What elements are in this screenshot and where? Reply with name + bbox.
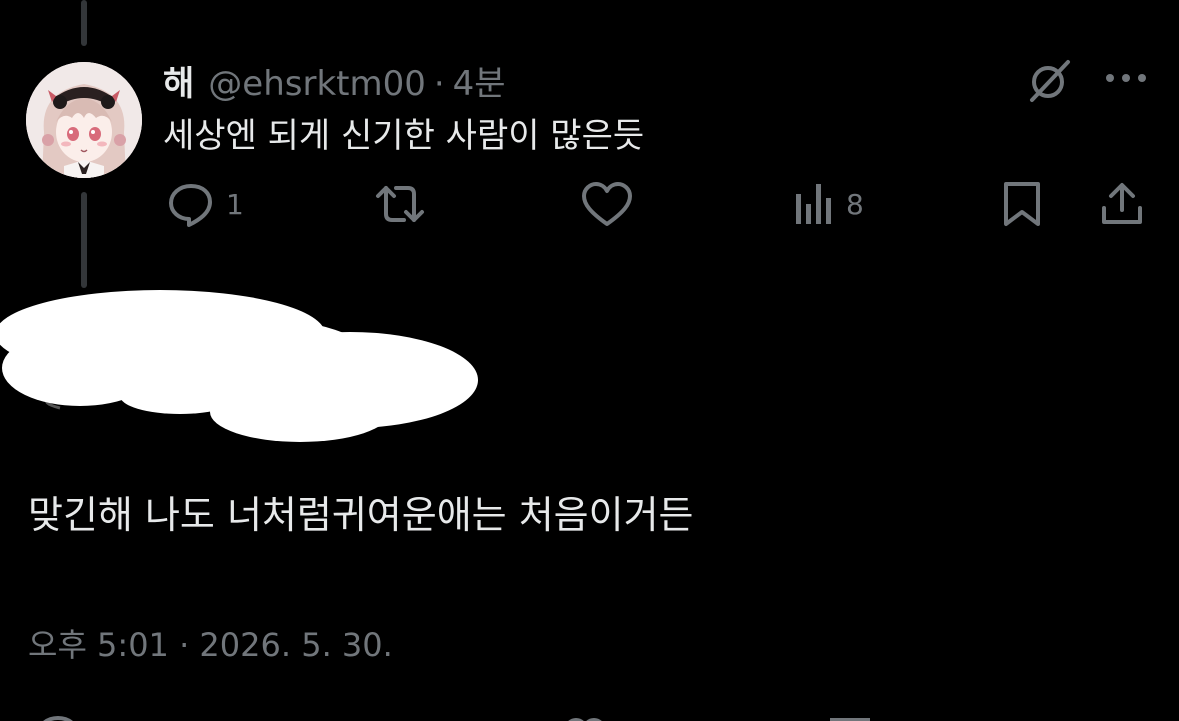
reply-button[interactable]: 1 bbox=[166, 178, 244, 230]
reply-text: 세상엔 되게 신기한 사람이 많은듯 bbox=[163, 116, 645, 156]
thread-line-bottom bbox=[81, 192, 87, 288]
share-upload-icon bbox=[1102, 183, 1142, 224]
display-name[interactable]: 해 bbox=[163, 56, 194, 105]
repost-icon bbox=[376, 186, 424, 222]
post-text: 맞긴해 나도 너처럼귀여운애는 처음이거든 bbox=[28, 493, 694, 537]
share-button[interactable] bbox=[1098, 178, 1146, 230]
header-separator: · bbox=[433, 64, 445, 104]
redaction-overlay bbox=[0, 288, 480, 448]
views-bar-chart-icon bbox=[796, 184, 831, 224]
bookmark-button[interactable] bbox=[1000, 178, 1044, 230]
bookmark-icon bbox=[1004, 182, 1040, 226]
thread-line-top bbox=[81, 0, 87, 46]
like-button[interactable] bbox=[580, 178, 634, 230]
views-count: 8 bbox=[846, 187, 864, 221]
heart-icon bbox=[582, 182, 632, 226]
grok-icon[interactable] bbox=[1024, 56, 1072, 104]
reply-header: 해 @ehsrktm00 · 4분 bbox=[163, 56, 506, 104]
time-ago[interactable]: 4분 bbox=[453, 56, 506, 105]
bottom-bookmark-icon[interactable] bbox=[826, 704, 874, 721]
more-dots-icon[interactable] bbox=[1102, 62, 1150, 94]
bottom-like-icon[interactable] bbox=[558, 704, 612, 721]
views-button[interactable]: 8 bbox=[794, 178, 864, 230]
post-timestamp[interactable]: 오후 5:01 · 2026. 5. 30. bbox=[28, 620, 393, 666]
avatar[interactable] bbox=[26, 62, 142, 178]
repost-button[interactable] bbox=[372, 178, 428, 230]
user-handle[interactable]: @ehsrktm00 bbox=[208, 64, 426, 104]
avatar-illustration bbox=[26, 62, 142, 178]
reply-count: 1 bbox=[226, 187, 244, 221]
reply-bubble-icon bbox=[169, 184, 212, 227]
bottom-reply-icon[interactable] bbox=[34, 704, 82, 721]
